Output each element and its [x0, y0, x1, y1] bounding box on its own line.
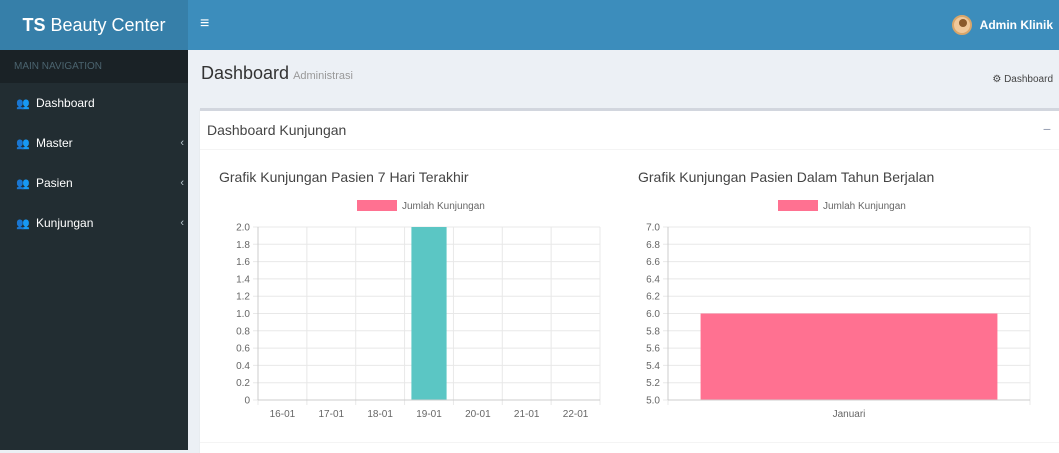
bar — [411, 227, 447, 400]
x-tick-label: 16-01 — [270, 409, 296, 420]
y-tick-label: 5.8 — [646, 326, 660, 337]
avatar — [951, 15, 972, 35]
page-subtitle: Administrasi — [293, 70, 353, 82]
x-tick-label: 22-01 — [563, 409, 589, 420]
legend-swatch — [778, 200, 818, 211]
y-tick-label: 6.4 — [646, 274, 660, 285]
y-tick-label: 6.2 — [646, 292, 660, 303]
bar — [700, 313, 998, 400]
users-icon: 👥 — [16, 217, 30, 230]
weekly-visits-chart: Jumlah Kunjungan 2.0 1.8 1.6 1.4 1.2 1.0 0.8 0.6… — [236, 200, 601, 420]
box-title: Dashboard Kunjungan — [207, 122, 347, 138]
x-tick-label: 17-01 — [318, 409, 344, 420]
page-title: Dashboard Administrasi — [201, 63, 353, 84]
users-icon: 👥 — [16, 177, 30, 190]
x-tick-label: 19-01 — [416, 409, 442, 420]
y-tick-label: 5.0 — [646, 396, 660, 407]
chevron-left-icon: ‹ — [180, 137, 184, 149]
y-tick-label: 0.4 — [236, 361, 250, 372]
collapse-button[interactable]: − — [1043, 121, 1051, 137]
box-header: Dashboard Kunjungan − — [200, 111, 1059, 150]
chevron-left-icon: ‹ — [180, 177, 184, 189]
x-tick-label: 18-01 — [367, 409, 393, 420]
y-tick-label: 7.0 — [646, 223, 660, 234]
legend-swatch — [357, 200, 397, 211]
yearly-visits-chart: Jumlah Kunjungan 7.0 6.8 6.6 6.4 6.2 6.0 5.8 5.6… — [646, 200, 1031, 420]
sidebar-item-label: Kunjungan — [36, 216, 94, 230]
chart-title-yearly: Grafik Kunjungan Pasien Dalam Tahun Berj… — [638, 169, 935, 185]
y-tick-label: 1.6 — [236, 257, 250, 268]
y-tick-label: 5.2 — [646, 378, 660, 389]
y-tick-label: 1.8 — [236, 240, 250, 251]
box-footer-divider — [200, 442, 1059, 443]
y-tick-label: 0 — [244, 396, 250, 407]
users-icon: 👥 — [16, 97, 30, 110]
user-menu[interactable]: Admin Klinik — [951, 15, 1053, 35]
y-tick-label: 0.8 — [236, 326, 250, 337]
legend-label: Jumlah Kunjungan — [402, 201, 485, 212]
sidebar-item-label: Master — [36, 136, 73, 150]
y-tick-label: 5.6 — [646, 344, 660, 355]
dashboard-box: Dashboard Kunjungan − Grafik Kunjungan P… — [200, 108, 1059, 453]
y-tick-label: 5.4 — [646, 361, 660, 372]
brand-logo[interactable]: TS Beauty Center — [0, 0, 188, 50]
dashboard-icon: ⚙ — [992, 74, 1002, 85]
top-navbar: TS Beauty Center ≡ Admin Klinik — [0, 0, 1059, 50]
y-tick-label: 0.2 — [236, 378, 250, 389]
x-tick-label: 21-01 — [514, 409, 540, 420]
brand-rest: Beauty Center — [45, 15, 166, 35]
main-content: Dashboard Administrasi ⚙ Dashboard Dashbo… — [188, 50, 1059, 453]
sidebar-item-kunjungan[interactable]: 👥 Kunjungan ‹ — [0, 203, 188, 243]
sidebar-item-pasien[interactable]: 👥 Pasien ‹ — [0, 163, 188, 203]
y-tick-label: 6.6 — [646, 257, 660, 268]
breadcrumb-item: Dashboard — [1004, 74, 1053, 85]
user-name: Admin Klinik — [979, 18, 1053, 32]
y-tick-label: 2.0 — [236, 223, 250, 234]
breadcrumb[interactable]: ⚙ Dashboard — [992, 74, 1053, 85]
x-tick-label: Januari — [833, 409, 866, 420]
sidebar-header: MAIN NAVIGATION — [0, 50, 188, 83]
legend-label: Jumlah Kunjungan — [823, 201, 906, 212]
users-icon: 👥 — [16, 137, 30, 150]
sidebar-item-label: Dashboard — [36, 96, 95, 110]
sidebar-item-label: Pasien — [36, 176, 73, 190]
sidebar-item-master[interactable]: 👥 Master ‹ — [0, 123, 188, 163]
y-tick-label: 1.2 — [236, 292, 250, 303]
y-tick-label: 6.0 — [646, 309, 660, 320]
y-tick-label: 1.4 — [236, 274, 250, 285]
brand-bold: TS — [22, 15, 46, 35]
x-tick-label: 20-01 — [465, 409, 491, 420]
sidebar-item-dashboard[interactable]: 👥 Dashboard — [0, 83, 188, 123]
y-tick-label: 0.6 — [236, 344, 250, 355]
sidebar-toggle-icon[interactable]: ≡ — [200, 15, 209, 33]
y-tick-label: 6.8 — [646, 240, 660, 251]
page-title-text: Dashboard — [201, 63, 290, 83]
sidebar: MAIN NAVIGATION 👥 Dashboard 👥 Master ‹ 👥… — [0, 50, 188, 450]
y-tick-label: 1.0 — [236, 309, 250, 320]
chevron-left-icon: ‹ — [180, 217, 184, 229]
chart-title-weekly: Grafik Kunjungan Pasien 7 Hari Terakhir — [219, 169, 469, 185]
